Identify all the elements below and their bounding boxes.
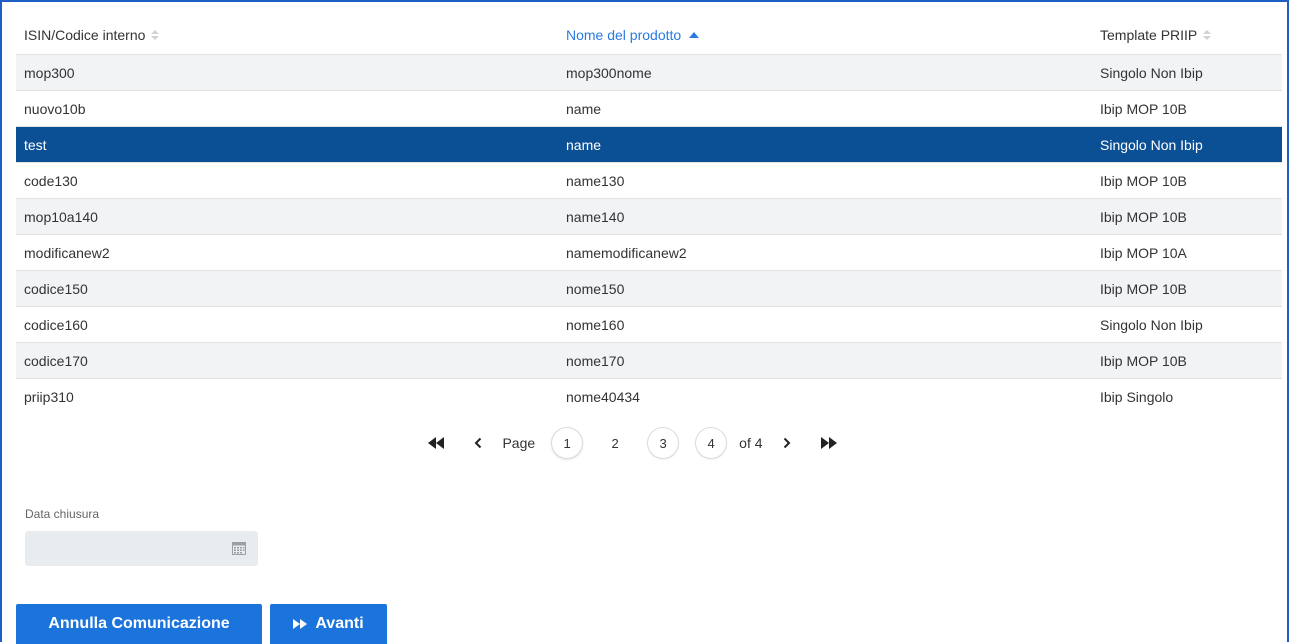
cell-code: codice170 — [24, 352, 88, 369]
cell-template: Ibip MOP 10B — [1100, 100, 1187, 117]
table-row[interactable]: codice170 nome170 Ibip MOP 10B — [16, 342, 1282, 379]
calendar-icon[interactable] — [232, 541, 246, 555]
table-row[interactable]: test name Singolo Non Ibip — [16, 126, 1282, 163]
next-button[interactable]: Avanti — [270, 604, 387, 644]
cell-template: Ibip MOP 10B — [1100, 352, 1187, 369]
date-closing-label: Data chiusura — [25, 507, 100, 521]
cell-product-name: nome160 — [566, 316, 625, 333]
fast-forward-icon — [293, 619, 308, 629]
table-row[interactable]: code130 name130 Ibip MOP 10B — [16, 162, 1282, 199]
cell-product-name: nome170 — [566, 352, 625, 369]
cell-product-name: mop300nome — [566, 64, 652, 81]
chevron-left-icon — [475, 437, 482, 449]
cell-code: code130 — [24, 172, 78, 189]
cell-template: Singolo Non Ibip — [1100, 64, 1203, 81]
table-row[interactable]: codice160 nome160 Singolo Non Ibip — [16, 306, 1282, 343]
cell-code: modificanew2 — [24, 244, 110, 261]
cell-product-name: name140 — [566, 208, 625, 225]
products-table-container: ISIN/Codice interno Nome del prodotto Te… — [16, 16, 1282, 414]
header-template-label: Template PRIIP — [1100, 27, 1198, 43]
page-label: Page — [502, 435, 536, 451]
header-isin[interactable]: ISIN/Codice interno — [16, 16, 558, 55]
cell-code: codice150 — [24, 280, 88, 297]
table-row[interactable]: modificanew2 namemodificanew2 Ibip MOP 10A — [16, 234, 1282, 271]
date-closing-input[interactable] — [25, 531, 258, 566]
previous-page-button[interactable] — [464, 429, 492, 457]
table-row[interactable]: mop300 mop300nome Singolo Non Ibip — [16, 54, 1282, 91]
next-button-label: Avanti — [315, 615, 364, 632]
cancel-communication-label: Annulla Comunicazione — [48, 615, 230, 632]
cell-template: Ibip MOP 10B — [1100, 208, 1187, 225]
next-page-button[interactable] — [773, 429, 801, 457]
table-row[interactable]: priip310 nome40434 Ibip Singolo — [16, 378, 1282, 414]
header-product-name-label: Nome del prodotto — [566, 27, 682, 43]
cell-template: Singolo Non Ibip — [1100, 316, 1203, 333]
cancel-communication-button[interactable]: Annulla Comunicazione — [16, 604, 262, 644]
table-row[interactable]: codice150 nome150 Ibip MOP 10B — [16, 270, 1282, 307]
cell-code: nuovo10b — [24, 100, 86, 117]
page-button-1[interactable]: 1 — [552, 428, 582, 458]
double-chevron-left-icon — [428, 437, 445, 449]
double-chevron-right-icon — [820, 437, 837, 449]
cell-code: codice160 — [24, 316, 88, 333]
cell-template: Ibip MOP 10A — [1100, 244, 1187, 261]
cell-template: Ibip MOP 10B — [1100, 280, 1187, 297]
page-button-3[interactable]: 3 — [648, 428, 678, 458]
cell-template: Ibip MOP 10B — [1100, 172, 1187, 189]
cell-product-name: name — [566, 100, 602, 117]
page-button-2[interactable]: 2 — [600, 428, 630, 458]
table-row[interactable]: nuovo10b name Ibip MOP 10B — [16, 90, 1282, 127]
cell-code: mop10a140 — [24, 208, 98, 225]
cell-template: Ibip Singolo — [1100, 388, 1174, 405]
cell-product-name: nome150 — [566, 280, 625, 297]
sort-ascending-icon — [689, 32, 700, 38]
table-row[interactable]: mop10a140 name140 Ibip MOP 10B — [16, 198, 1282, 235]
sort-both-icon — [1203, 30, 1212, 42]
first-page-button[interactable] — [422, 429, 450, 457]
cell-product-name: name130 — [566, 172, 625, 189]
cell-product-name: name — [566, 136, 602, 153]
cell-code: priip310 — [24, 388, 74, 405]
page-count-label: of 4 — [739, 435, 763, 451]
chevron-right-icon — [783, 437, 790, 449]
page-button-4[interactable]: 4 — [696, 428, 726, 458]
header-product-name[interactable]: Nome del prodotto — [558, 16, 1092, 55]
header-template[interactable]: Template PRIIP — [1092, 16, 1282, 55]
cell-product-name: namemodificanew2 — [566, 244, 687, 261]
cell-code: mop300 — [24, 64, 75, 81]
last-page-button[interactable] — [815, 429, 843, 457]
cell-product-name: nome40434 — [566, 388, 640, 405]
pagination: Page 1 2 3 4 of 4 — [0, 428, 1293, 458]
header-isin-label: ISIN/Codice interno — [24, 27, 146, 43]
cell-code: test — [24, 136, 47, 153]
products-table: ISIN/Codice interno Nome del prodotto Te… — [16, 16, 1282, 414]
table-header-row: ISIN/Codice interno Nome del prodotto Te… — [16, 16, 1282, 55]
sort-both-icon — [151, 30, 160, 42]
cell-template: Singolo Non Ibip — [1100, 136, 1203, 153]
